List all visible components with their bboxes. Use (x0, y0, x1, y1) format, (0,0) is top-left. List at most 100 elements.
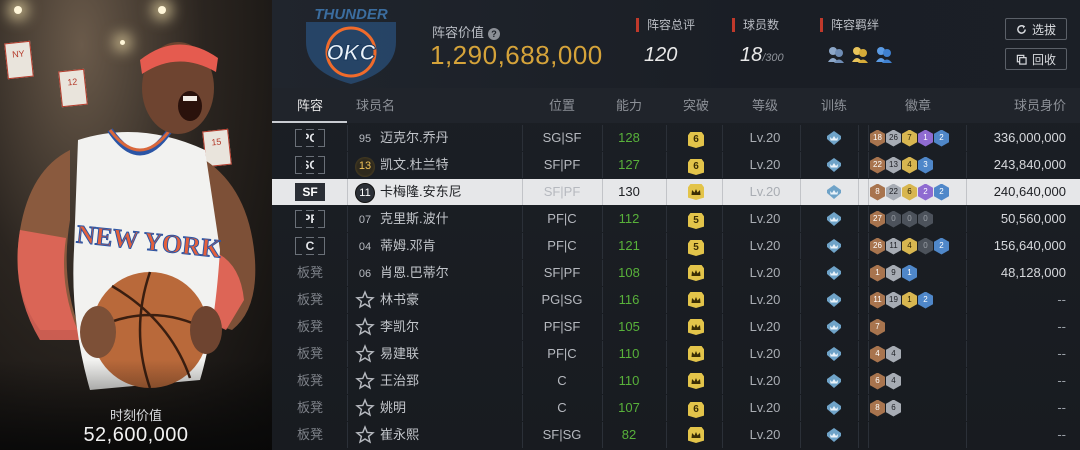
badge-hex-icon: 8 (870, 399, 885, 417)
col-position[interactable]: 位置 (522, 88, 602, 114)
bond-icon[interactable] (850, 44, 870, 64)
cell-divider (800, 287, 801, 313)
lineup-slot[interactable]: 板凳 (292, 422, 328, 448)
lineup-slot[interactable]: SG (292, 152, 328, 178)
table-row[interactable]: PG 95 迈克尔.乔丹 SG|SF 128 6 Lv.20 18 26 7 1 2 336,000,0… (272, 125, 1080, 151)
col-breakthrough[interactable]: 突破 (672, 88, 720, 114)
player-value: -- (1057, 373, 1066, 388)
lineup-slot[interactable]: PF (292, 206, 328, 232)
badges-cell[interactable]: 86 (870, 395, 966, 421)
player-power: 128 (618, 130, 640, 145)
cell-divider (347, 125, 348, 151)
jersey-number: 04 (358, 241, 372, 253)
training-icon (825, 266, 843, 284)
player-level: Lv.20 (749, 157, 781, 172)
player-name: 蒂姆.邓肯 (380, 238, 436, 253)
cell-divider (347, 233, 348, 259)
player-name: 克里斯.波什 (380, 211, 449, 226)
help-icon[interactable]: ? (488, 28, 501, 40)
badges-cell[interactable]: 22 13 4 3 (870, 152, 966, 178)
col-training[interactable]: 训练 (810, 88, 858, 114)
table-row[interactable]: 板凳 姚明 C 107 6 Lv.20 8 6 -- (272, 395, 1080, 421)
bench-label: 板凳 (296, 346, 323, 361)
jersey-number-cell: 95 (354, 125, 376, 151)
training-cell[interactable] (810, 368, 858, 394)
training-cell[interactable] (810, 260, 858, 286)
training-cell[interactable] (810, 125, 858, 151)
lineup-slot[interactable]: C (292, 233, 328, 259)
col-name[interactable]: 球员名 (356, 88, 395, 114)
player-name: 肖恩.巴蒂尔 (380, 265, 449, 280)
badge-hex-icon: 1 (902, 291, 917, 309)
badges-cell[interactable] (870, 422, 966, 448)
table-row[interactable]: C 04 蒂姆.邓肯 PF|C 121 5 Lv.20 26 11 4 0 2 156,640,000 (272, 233, 1080, 259)
training-cell[interactable] (810, 314, 858, 340)
jersey-number: 06 (358, 268, 372, 280)
player-value: 50,560,000 (1000, 211, 1066, 226)
lineup-slot[interactable]: PG (292, 125, 328, 151)
badges-cell[interactable]: 8 22 6 2 2 (870, 179, 966, 205)
col-value[interactable]: 球员身价 (966, 88, 1066, 114)
player-power: 82 (621, 427, 637, 442)
col-lineup[interactable]: 阵容 (286, 88, 334, 114)
position-slot-badge: PF (295, 210, 325, 228)
table-row[interactable]: PF 07 克里斯.波什 PF|C 112 5 Lv.20 27 0 0 0 50,560,000 (272, 206, 1080, 232)
col-level[interactable]: 等级 (730, 88, 800, 114)
training-cell[interactable] (810, 341, 858, 367)
player-power: 127 (618, 157, 640, 172)
jersey-number: 11 (355, 183, 375, 203)
cell-divider (858, 341, 859, 367)
lineup-slot[interactable]: 板凳 (292, 314, 328, 340)
roster-table: 阵容 球员名 位置 能力 突破 等级 训练 徽章 球员身价 PG 95 迈克尔.乔丹… (272, 88, 1080, 450)
crown-icon (688, 427, 704, 443)
table-row[interactable]: SG 13 凯文.杜兰特 SF|PF 127 6 Lv.20 22 13 4 3 243,840,00… (272, 152, 1080, 178)
player-name: 王治郅 (380, 373, 420, 388)
badges-cell[interactable]: 7 (870, 314, 966, 340)
table-row[interactable]: 板凳 李凯尔 PF|SF 105 Lv.20 7 -- (272, 314, 1080, 340)
table-row[interactable]: SF 11 卡梅隆.安东尼 SF|PF 130 Lv.20 8 22 6 2 2 240,640,00… (272, 179, 1080, 205)
training-cell[interactable] (810, 152, 858, 178)
table-row[interactable]: 板凳 王治郅 C 110 Lv.20 6 4 -- (272, 368, 1080, 394)
select-button[interactable]: 选拔 (1005, 18, 1067, 40)
training-cell[interactable] (810, 233, 858, 259)
lineup-slot[interactable]: 板凳 (292, 341, 328, 367)
lineup-slot[interactable]: 板凳 (292, 260, 328, 286)
team-logo[interactable]: THUNDER OKC (296, 2, 406, 86)
table-row[interactable]: 板凳 崔永熙 SF|SG 82 Lv.20 -- (272, 422, 1080, 448)
cell-divider (722, 314, 723, 340)
training-cell[interactable] (810, 206, 858, 232)
table-row[interactable]: 板凳 易建联 PF|C 110 Lv.20 4 4 -- (272, 341, 1080, 367)
badges-cell[interactable]: 64 (870, 368, 966, 394)
lineup-slot[interactable]: SF (292, 179, 328, 205)
table-row[interactable]: 板凳 林书豪 PG|SG 116 Lv.20 11 19 1 2 -- (272, 287, 1080, 313)
breakthrough-cell (672, 341, 720, 367)
table-row[interactable]: 板凳 06 肖恩.巴蒂尔 SF|PF 108 Lv.20 1 9 1 48,128,000 (272, 260, 1080, 286)
star-icon (354, 368, 376, 394)
col-power[interactable]: 能力 (592, 88, 666, 114)
badges-cell[interactable]: 191 (870, 260, 966, 286)
badges-cell[interactable]: 27 0 0 0 (870, 206, 966, 232)
badges-cell[interactable]: 11 19 1 2 (870, 287, 966, 313)
bond-icon[interactable] (874, 44, 894, 64)
training-cell[interactable] (810, 395, 858, 421)
training-cell[interactable] (810, 422, 858, 448)
cell-divider (800, 125, 801, 151)
bench-label: 板凳 (296, 400, 323, 415)
badge-hex-icon: 26 (886, 129, 901, 147)
bench-label: 板凳 (296, 292, 323, 307)
lineup-slot[interactable]: 板凳 (292, 368, 328, 394)
cell-divider (858, 125, 859, 151)
player-card[interactable]: NY 12 15 NEW YORK 时刻价值 52,600,000 (0, 0, 272, 450)
training-cell[interactable] (810, 287, 858, 313)
badges-cell[interactable]: 18 26 7 1 2 (870, 125, 966, 151)
badges-cell[interactable]: 26 11 4 0 2 (870, 233, 966, 259)
lineup-slot[interactable]: 板凳 (292, 395, 328, 421)
recycle-button[interactable]: 回收 (1005, 48, 1067, 70)
col-badges[interactable]: 徽章 (870, 88, 966, 114)
bond-icon[interactable] (826, 44, 846, 64)
training-cell[interactable] (810, 179, 858, 205)
crown-icon (688, 292, 704, 308)
player-value: -- (1057, 346, 1066, 361)
lineup-slot[interactable]: 板凳 (292, 287, 328, 313)
badges-cell[interactable]: 44 (870, 341, 966, 367)
